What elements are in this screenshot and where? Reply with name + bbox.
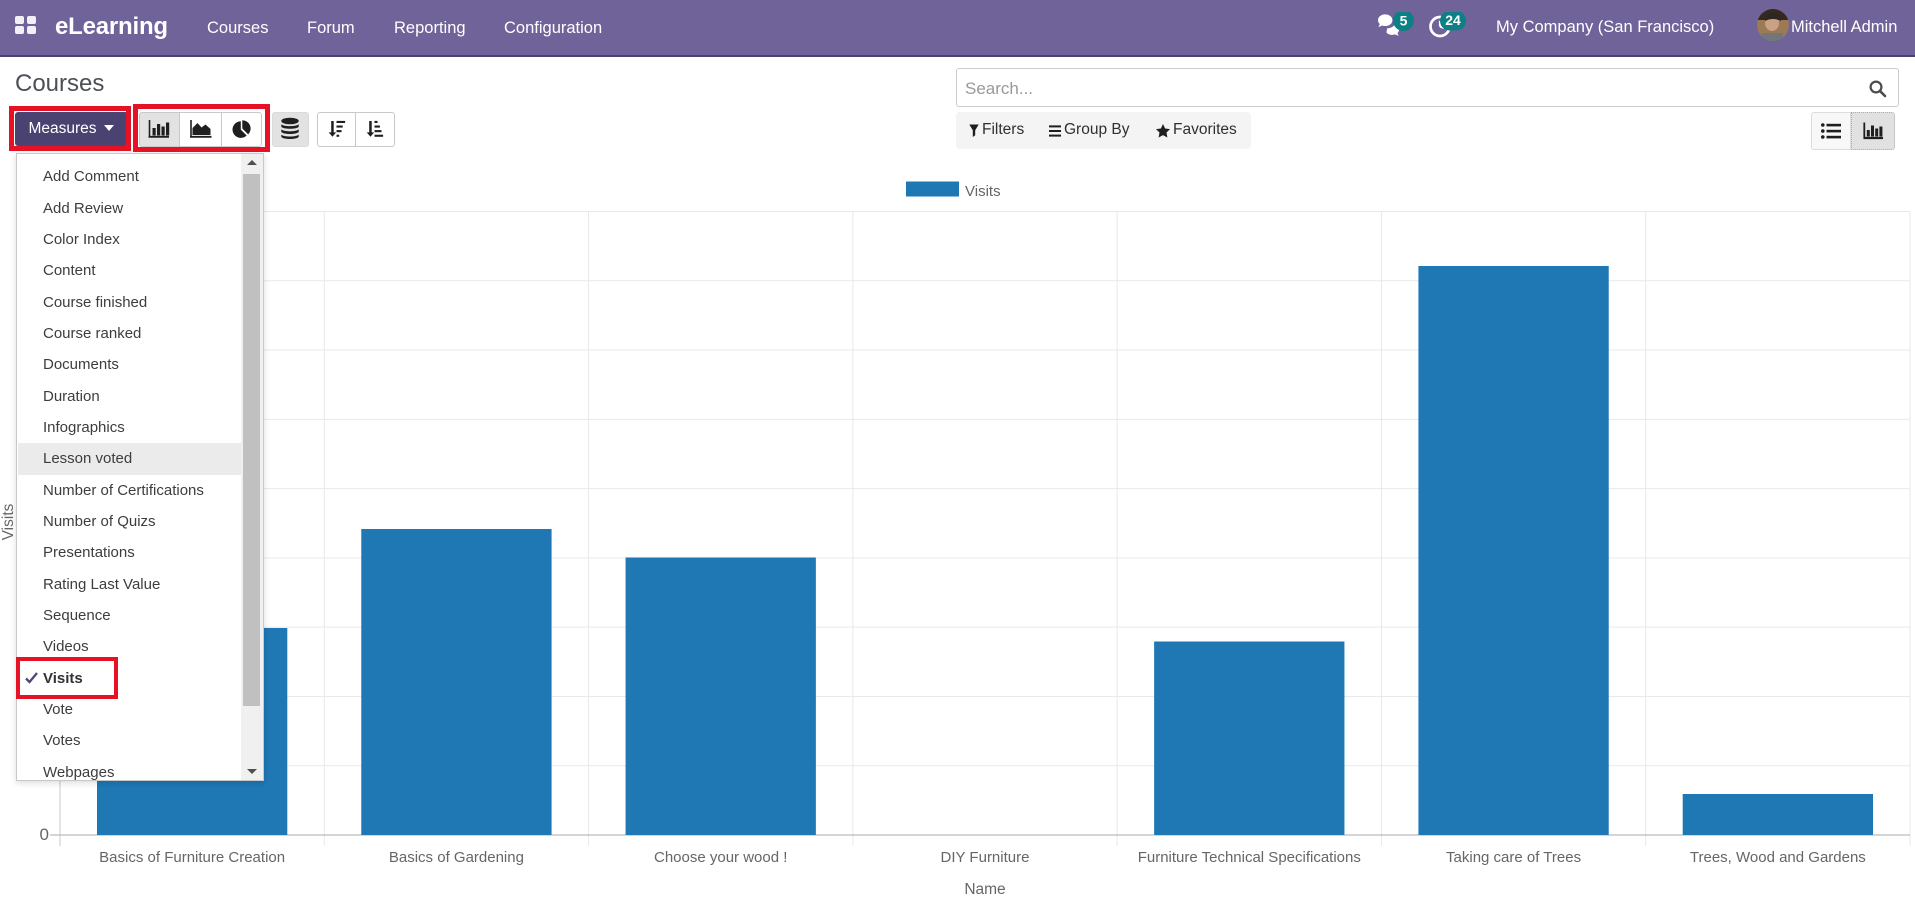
- svg-text:5: 5: [1400, 13, 1408, 29]
- svg-text:Name: Name: [964, 881, 1005, 897]
- svg-text:0: 0: [40, 825, 49, 844]
- svg-text:Visits: Visits: [0, 503, 17, 540]
- svg-text:Basics of Furniture Creation: Basics of Furniture Creation: [99, 849, 285, 866]
- svg-text:Furniture Technical Specificat: Furniture Technical Specifications: [1138, 849, 1361, 866]
- svg-text:Basics of Gardening: Basics of Gardening: [389, 849, 524, 866]
- svg-text:24: 24: [1445, 12, 1461, 28]
- svg-text:Visits: Visits: [965, 183, 1001, 200]
- svg-text:Taking care of Trees: Taking care of Trees: [1446, 849, 1581, 866]
- svg-text:Choose your wood !: Choose your wood !: [654, 849, 787, 866]
- svg-text:Trees, Wood and Gardens: Trees, Wood and Gardens: [1690, 849, 1866, 866]
- svg-text:DIY Furniture: DIY Furniture: [941, 849, 1030, 866]
